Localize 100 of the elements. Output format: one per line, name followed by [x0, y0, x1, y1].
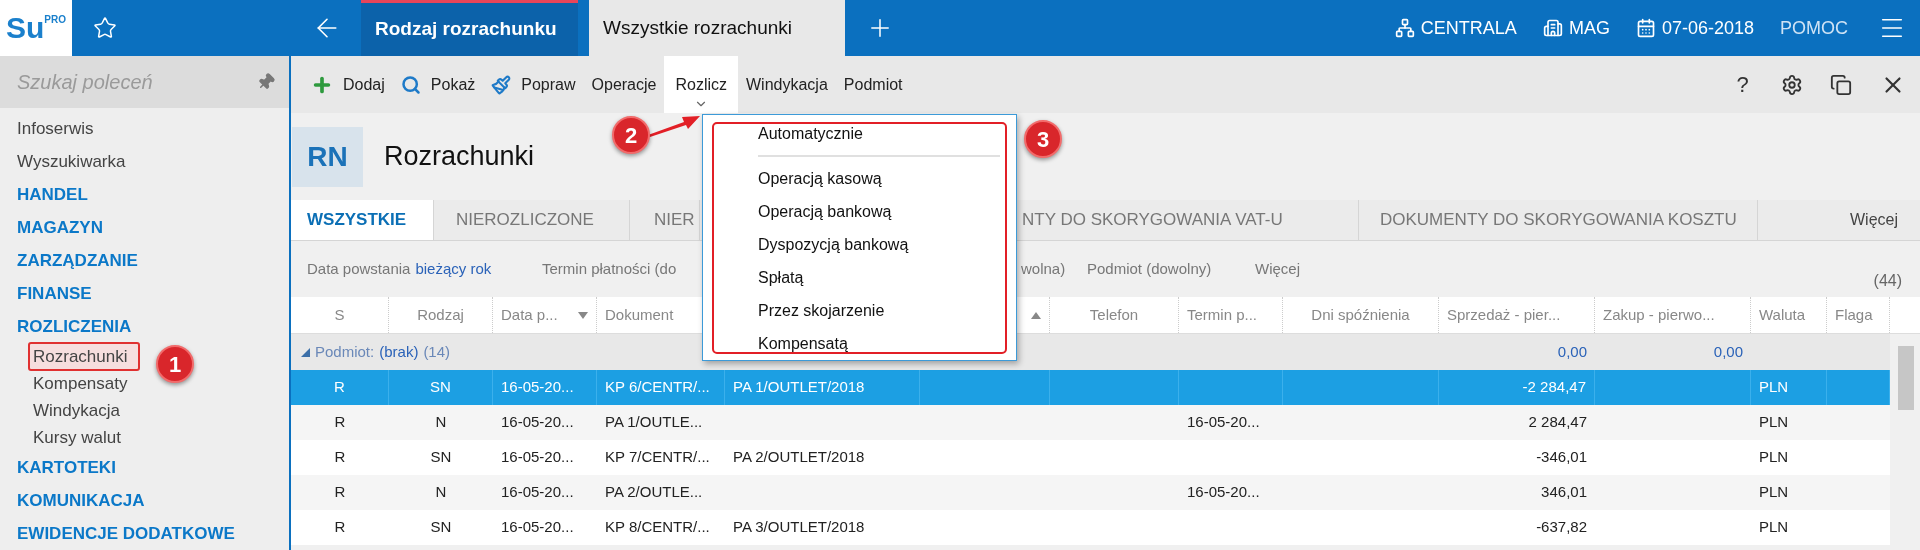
- toolbar-button[interactable]: Operacje: [583, 56, 665, 113]
- table-cell-text: PLN: [1759, 412, 1789, 433]
- table-cell-text: KP 6/CENTR/...: [605, 377, 710, 398]
- table-cell-text: PLN: [1759, 377, 1789, 398]
- table-cell-text: 16-05-20...: [501, 377, 574, 398]
- sidebar-section[interactable]: KOMUNIKACJA: [17, 484, 145, 517]
- toolbar-button[interactable]: Podmiot: [835, 56, 911, 113]
- table-cell-text: SN: [430, 447, 452, 468]
- toolbar-button[interactable]: Dodaj: [303, 56, 393, 113]
- table-row[interactable]: R SN 16-05-20... KP 6/CENTR/... PA 1/OUTLET/2018 -2 284,47 PLN: [291, 370, 1890, 405]
- filter-label[interactable]: Data powstania: [307, 260, 411, 277]
- table-cell-text: 16-05-20...: [501, 447, 574, 468]
- sidebar-section[interactable]: FINANSE: [17, 277, 92, 310]
- command-search-field[interactable]: Szukaj poleceń: [17, 67, 257, 97]
- column-header[interactable]: Waluta: [1759, 303, 1806, 327]
- view-tab[interactable]: WSZYSTKIE: [291, 200, 434, 240]
- sidebar-item[interactable]: Rozrachunki: [28, 341, 140, 372]
- sidebar-section[interactable]: MAGAZYN: [17, 211, 103, 244]
- top-bar-item[interactable]: 07-06-2018: [1635, 14, 1754, 42]
- table-cell-text: 346,01: [1541, 482, 1587, 503]
- table-cell-text: -637,82: [1536, 517, 1587, 538]
- step-badge: 2: [612, 116, 650, 154]
- table-cell-text: R: [334, 412, 346, 433]
- more-tabs-link[interactable]: Więcej: [1850, 200, 1920, 240]
- table-cell-text: R: [334, 447, 346, 468]
- document-tab[interactable]: Wszystkie rozrachunki: [589, 0, 845, 56]
- group-total: 0,00: [1557, 343, 1587, 360]
- group-count: (14): [423, 341, 451, 362]
- column-header[interactable]: Sprzedaż - pier...: [1447, 303, 1561, 327]
- menu-item[interactable]: Operacją bankową: [703, 195, 1016, 228]
- record-count: (44): [1873, 271, 1902, 291]
- menu-item[interactable]: Operacją kasową: [703, 162, 1016, 195]
- column-header[interactable]: Telefon: [1089, 303, 1139, 327]
- filter-label[interactable]: Więcej: [1255, 260, 1300, 277]
- toolbar-button[interactable]: Pokaż: [392, 56, 484, 113]
- filter-label[interactable]: wolna): [1021, 260, 1066, 277]
- group-total: 0,00: [1713, 343, 1743, 360]
- table-cell-text: PA 2/OUTLET/2018: [733, 447, 865, 468]
- sidebar-section[interactable]: ROZLICZENIA: [17, 310, 132, 343]
- table-row[interactable]: R SN 16-05-20... KP 8/CENTR/... PA 3/OUTLET/2018 -637,82 PLN: [291, 510, 1890, 545]
- menu-item[interactable]: Dyspozycją bankową: [703, 228, 1016, 261]
- table-row[interactable]: R SN 16-05-20... KP 7/CENTR/... PA 2/OUTLET/2018 -346,01 PLN: [291, 440, 1890, 475]
- help-button[interactable]: ?: [1718, 56, 1767, 113]
- table-cell-text: 2 284,47: [1528, 412, 1587, 433]
- step-badge: 3: [1024, 120, 1062, 158]
- group-value: (brak): [379, 341, 419, 362]
- sidebar-link[interactable]: Wyszukiwarka: [17, 145, 126, 178]
- sidebar-link[interactable]: Infoserwis: [17, 112, 94, 145]
- toolbar-button[interactable]: Rozlicz: [664, 56, 738, 113]
- search-bar[interactable]: Szukaj poleceń: [0, 56, 289, 108]
- module-badge: RN: [292, 126, 363, 187]
- filter-label[interactable]: Podmiot (dowolny): [1087, 260, 1212, 277]
- column-header[interactable]: Dokument: [605, 303, 674, 327]
- table-row[interactable]: R N 16-05-20... PA 1/OUTLE... 16-05-20... 2 284,47 PLN: [291, 405, 1890, 440]
- table-row[interactable]: R N 16-05-20... PA 2/OUTLE... 16-05-20... 346,01 PLN: [291, 475, 1890, 510]
- table-cell-text: R: [334, 517, 346, 538]
- filter-value-link[interactable]: bieżący rok: [415, 260, 492, 277]
- column-header[interactable]: Rodzaj: [417, 303, 464, 327]
- page-title: Rozrachunki: [384, 140, 535, 174]
- table-cell-text: -2 284,47: [1522, 377, 1586, 398]
- view-tab[interactable]: NIEROZLICZONE: [434, 200, 630, 240]
- toolbar-button[interactable]: Windykacja: [738, 56, 836, 113]
- sidebar-section[interactable]: KARTOTEKI: [17, 451, 116, 484]
- sidebar-section[interactable]: EWIDENCJE DODATKOWE: [17, 517, 235, 550]
- column-header[interactable]: Dni spóźnienia: [1311, 303, 1410, 327]
- menu-item[interactable]: Spłatą: [703, 261, 1016, 294]
- table-cell-text: PLN: [1759, 517, 1789, 538]
- table-cell-text: PLN: [1759, 482, 1789, 503]
- table-cell-text: 16-05-20...: [1187, 412, 1260, 433]
- table-cell-text: 16-05-20...: [501, 482, 574, 503]
- table-cell-text: 16-05-20...: [1187, 482, 1260, 503]
- column-header[interactable]: Flaga: [1835, 303, 1873, 327]
- column-header[interactable]: Data p...: [501, 303, 558, 327]
- sidebar-section[interactable]: ZARZĄDZANIE: [17, 244, 138, 277]
- top-bar-item[interactable]: POMOC: [1780, 14, 1848, 42]
- table-cell-text: 16-05-20...: [501, 517, 574, 538]
- column-header[interactable]: S: [334, 303, 345, 327]
- menu-item[interactable]: Automatycznie: [703, 117, 1016, 150]
- top-bar-item[interactable]: MAG: [1542, 14, 1610, 42]
- column-header[interactable]: Termin p...: [1187, 303, 1258, 327]
- group-label: Podmiot:: [315, 341, 375, 362]
- filter-label[interactable]: Termin płatności (do: [542, 260, 677, 277]
- table-cell-text: PA 3/OUTLET/2018: [733, 517, 865, 538]
- table-cell-text: N: [435, 482, 447, 503]
- table-cell-text: KP 7/CENTR/...: [605, 447, 710, 468]
- table-cell-text: PA 1/OUTLE...: [605, 412, 703, 433]
- table-cell-text: KP 8/CENTR/...: [605, 517, 710, 538]
- view-tab[interactable]: NIER: [630, 200, 700, 240]
- sidebar-section[interactable]: HANDEL: [17, 178, 88, 211]
- view-tab[interactable]: DOKUMENTY DO SKORYGOWANIA KOSZTU: [1359, 200, 1758, 240]
- table-cell-text: -346,01: [1536, 447, 1587, 468]
- table-cell-text: SN: [430, 377, 451, 398]
- document-tab[interactable]: Rodzaj rozrachunku: [361, 0, 578, 56]
- column-header[interactable]: Zakup - pierwo...: [1603, 303, 1715, 327]
- table-cell-text: R: [334, 482, 346, 503]
- table-cell-text: PA 2/OUTLE...: [605, 482, 703, 503]
- top-bar-item[interactable]: CENTRALA: [1394, 14, 1517, 42]
- toolbar-button[interactable]: Popraw: [483, 56, 584, 113]
- menu-item[interactable]: Przez skojarzenie: [703, 294, 1016, 327]
- table-cell-text: SN: [430, 517, 452, 538]
